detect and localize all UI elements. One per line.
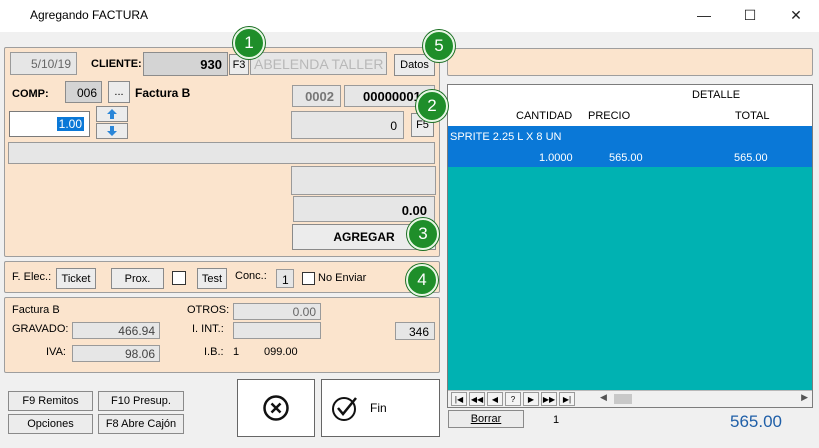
grid-navigator: |◀ ◀◀ ◀ ? ▶ ▶▶ ▶| ◀ ▶: [448, 390, 812, 407]
first-record-icon[interactable]: |◀: [451, 392, 467, 406]
no-enviar-checkbox[interactable]: [302, 272, 315, 285]
otros-label: OTROS:: [187, 304, 230, 316]
abre-cajon-button[interactable]: F8 Abre Cajón: [98, 414, 184, 434]
help-icon[interactable]: ?: [505, 392, 521, 406]
fin-button[interactable]: Fin: [321, 379, 440, 437]
next-record-icon[interactable]: ▶: [523, 392, 539, 406]
cliente-code-field[interactable]: 930: [143, 52, 228, 76]
presup-button[interactable]: F10 Presup.: [98, 391, 184, 411]
borrar-button[interactable]: Borrar: [448, 410, 524, 428]
scroll-right-icon[interactable]: ▶: [801, 392, 808, 403]
comp-search-button[interactable]: ...: [108, 81, 130, 103]
horizontal-scrollbar[interactable]: ◀ ▶: [598, 392, 810, 406]
scrollbar-thumb[interactable]: [614, 394, 632, 404]
gravado-field: 466.94: [72, 322, 160, 339]
annotation-badge-2: 2: [416, 90, 448, 122]
comp-code-field[interactable]: 006: [65, 81, 102, 103]
table-row[interactable]: SPRITE 2.25 L X 8 UN 1.0000 565.00 565.0…: [448, 126, 812, 167]
cancel-circle-x-icon: [263, 395, 289, 421]
check-circle-icon: [332, 397, 357, 421]
quantity-down-button[interactable]: [96, 123, 128, 139]
row-description: SPRITE 2.25 L X 8 UN: [450, 131, 562, 143]
iva-label: IVA:: [46, 346, 66, 358]
iva-field: 98.06: [72, 345, 160, 362]
annotation-badge-4: 4: [406, 264, 438, 296]
test-button[interactable]: Test: [197, 268, 227, 289]
gravado-label: GRAVADO:: [12, 323, 69, 335]
felec-label: F. Elec.:: [12, 271, 52, 283]
comp-type: Factura B: [135, 86, 191, 100]
info-bar: [447, 48, 813, 76]
next-page-icon[interactable]: ▶▶: [541, 392, 557, 406]
close-window-button[interactable]: ✕: [773, 0, 819, 30]
no-enviar-label: No Enviar: [318, 272, 367, 284]
scroll-left-icon[interactable]: ◀: [600, 392, 607, 403]
annotation-badge-1: 1: [233, 27, 265, 59]
prev-page-icon[interactable]: ◀◀: [469, 392, 485, 406]
cantidad-header: CANTIDAD: [516, 110, 573, 122]
comp-label: COMP:: [12, 88, 49, 100]
annotation-badge-5: 5: [423, 30, 455, 62]
ib-label: I.B.:: [204, 346, 224, 358]
row-precio: 565.00: [609, 152, 643, 164]
fin-label: Fin: [370, 401, 387, 415]
maximize-button[interactable]: ☐: [727, 0, 773, 30]
conc-label: Conc.:: [235, 270, 267, 282]
ticket-button[interactable]: Ticket: [56, 268, 96, 289]
detalle-header: DETALLE: [692, 89, 741, 101]
minimize-button[interactable]: —: [681, 0, 727, 30]
iint-field: [233, 322, 321, 339]
cliente-name-field: ABELENDA TALLER: [250, 52, 387, 75]
amount-field: 0.00: [293, 196, 435, 222]
item-count: 1: [553, 414, 560, 426]
grid-header: DETALLE CANTIDAD PRECIO TOTAL: [448, 85, 812, 126]
remitos-button[interactable]: F9 Remitos: [8, 391, 93, 411]
grand-total: 565.00: [730, 412, 782, 431]
cliente-label: CLIENTE:: [91, 58, 142, 70]
window-title: Agregando FACTURA: [30, 8, 149, 22]
quantity-input[interactable]: 1.00: [9, 111, 90, 137]
arrow-down-icon: [107, 126, 117, 136]
title-bar: Agregando FACTURA — ☐ ✕: [0, 0, 819, 32]
last-record-icon[interactable]: ▶|: [559, 392, 575, 406]
row-cantidad: 1.0000: [539, 152, 573, 164]
prox-button[interactable]: Prox.: [111, 268, 164, 289]
prev-record-icon[interactable]: ◀: [487, 392, 503, 406]
total-header: TOTAL: [735, 110, 770, 122]
opciones-button[interactable]: Opciones: [8, 414, 93, 434]
annotation-badge-3: 3: [407, 218, 439, 250]
count-field: 346: [395, 322, 435, 340]
cancel-button[interactable]: [237, 379, 315, 437]
test-checkbox[interactable]: [172, 271, 186, 285]
iint-label: I. INT.:: [192, 323, 224, 335]
description-field[interactable]: [8, 142, 435, 164]
otros-field: 0.00: [233, 303, 321, 320]
precio-header: PRECIO: [588, 110, 631, 122]
row-total: 565.00: [734, 152, 768, 164]
doc-type-label: Factura B: [12, 304, 60, 316]
punto-venta-field: 0002: [292, 85, 341, 107]
ib-amount: 099.00: [264, 346, 298, 358]
conc-field[interactable]: 1: [276, 269, 294, 288]
ib-value: 1: [233, 346, 240, 358]
quantity-up-button[interactable]: [96, 106, 128, 122]
subtotal-field: [291, 166, 436, 195]
date-field[interactable]: 5/10/19: [10, 52, 77, 75]
arrow-up-icon: [107, 109, 117, 119]
price-field[interactable]: 0: [291, 111, 404, 139]
